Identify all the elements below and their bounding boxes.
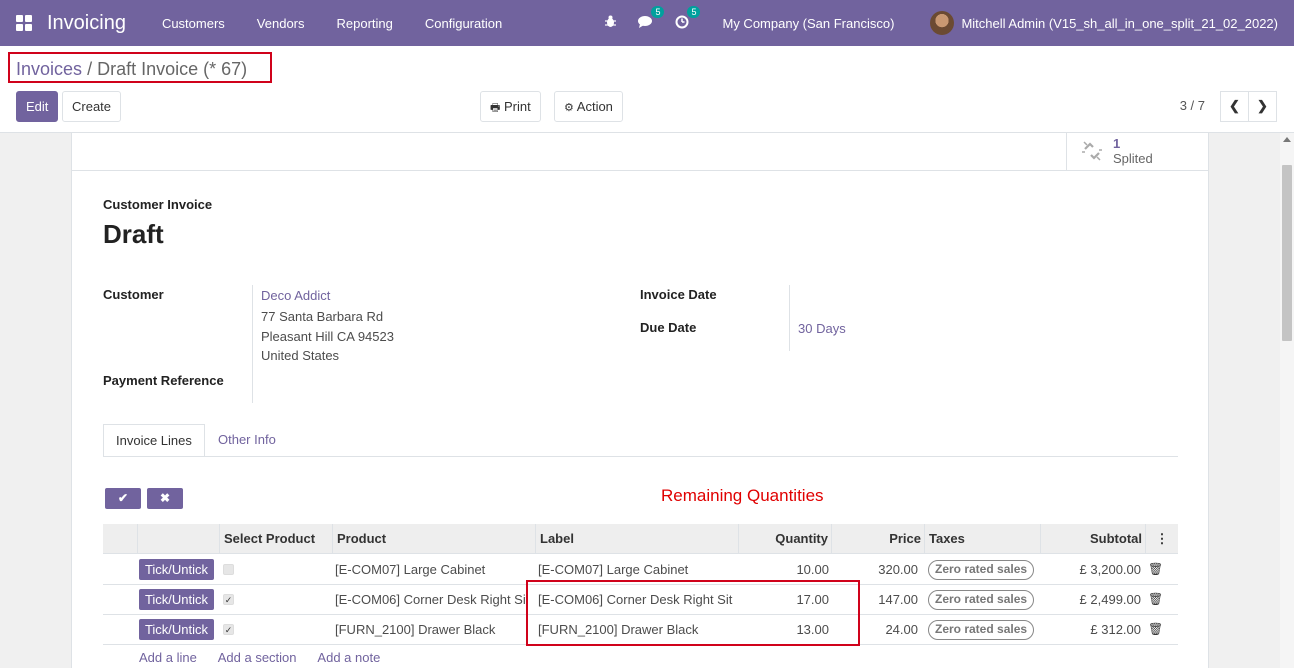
select-product-checkbox[interactable] [223,564,234,575]
menu-configuration[interactable]: Configuration [409,16,518,31]
tick-untick-button[interactable]: Tick/Untick [139,619,214,640]
row-product[interactable]: [FURN_2100] Drawer Black [332,615,528,645]
col-quantity[interactable]: Quantity [738,524,832,554]
tick-untick-button[interactable]: Tick/Untick [139,559,214,580]
due-date-value[interactable]: 30 Days [798,321,846,336]
apps-menu-icon[interactable] [16,15,32,31]
row-subtotal: £ 312.00 [1090,622,1141,637]
app-brand[interactable]: Invoicing [47,12,126,35]
page-scrollbar[interactable] [1280,133,1294,668]
remaining-quantities-label: Remaining Quantities [661,486,824,505]
print-button[interactable]: 🖶 Print [480,91,541,122]
col-taxes[interactable]: Taxes [924,524,1041,554]
row-product[interactable]: [E-COM07] Large Cabinet [332,555,528,585]
col-select-product[interactable]: Select Product [219,524,333,554]
user-avatar[interactable] [930,11,955,35]
row-tax-tag[interactable]: Zero rated sales [928,590,1035,610]
col-price[interactable]: Price [831,524,925,554]
customer-address-line1: 77 Santa Barbara Rd [261,309,384,324]
date-separator [789,285,790,351]
tab-other-info[interactable]: Other Info [206,424,288,457]
add-links: Add a line Add a section Add a note [139,650,398,665]
chevron-left-icon: ❮ [1229,98,1240,113]
splited-label: Splited [1113,151,1153,166]
pager-next-button[interactable]: ❯ [1248,91,1277,122]
splited-smart-button[interactable]: 1 Splited [1066,133,1208,171]
trash-icon[interactable]: 🗑 [1148,585,1163,615]
row-tax-tag[interactable]: Zero rated sales [928,620,1035,640]
close-icon: ✖ [159,491,171,505]
col-handle-header [137,524,221,554]
action-label: Action [576,99,613,114]
systray: 5 5 My Company (San Francisco) Mitchell … [592,0,1294,46]
pager-previous-button[interactable]: ❮ [1220,91,1249,122]
column-options-icon[interactable]: ⋮ [1145,524,1178,554]
table-header: Select Product Product Label Quantity Pr… [103,524,1178,554]
add-line-link[interactable]: Add a line [139,650,197,665]
select-product-checkbox[interactable]: ✓ [223,594,234,605]
confirm-button[interactable]: ✔ [105,488,141,509]
scroll-up-arrow-icon[interactable] [1283,137,1291,142]
add-section-link[interactable]: Add a section [218,650,297,665]
activity-badge: 5 [687,5,701,18]
action-button[interactable]: ⚙ Action [554,91,623,122]
print-label: Print [504,99,531,114]
user-menu[interactable]: Mitchell Admin (V15_sh_all_in_one_split_… [961,16,1278,31]
unlink-icon [1081,139,1103,169]
customer-address-line2: Pleasant Hill CA 94523 [261,329,394,344]
row-product[interactable]: [E-COM06] Corner Desk Right Sit [332,585,528,615]
tick-untick-button[interactable]: Tick/Untick [139,589,214,610]
chevron-right-icon: ❯ [1257,98,1268,113]
col-subtotal[interactable]: Subtotal [1040,524,1146,554]
button-box: 1 Splited [72,133,1208,171]
col-product[interactable]: Product [332,524,536,554]
customer-link[interactable]: Deco Addict [261,288,330,303]
menu-vendors[interactable]: Vendors [241,16,321,31]
bug-icon[interactable] [601,15,619,31]
pager-value[interactable]: 3 / 7 [1180,98,1205,113]
row-subtotal: £ 3,200.00 [1079,562,1141,577]
print-icon: 🖶 [490,102,501,114]
row-subtotal: £ 2,499.00 [1079,592,1141,607]
tabs-divider [103,456,1178,457]
trash-icon[interactable]: 🗑 [1148,615,1163,645]
customer-separator [252,285,253,403]
menu-customers[interactable]: Customers [146,16,241,31]
invoice-date-label: Invoice Date [640,287,717,302]
company-switcher[interactable]: My Company (San Francisco) [722,16,894,31]
row-tax-tag[interactable]: Zero rated sales [928,560,1035,580]
tab-invoice-lines[interactable]: Invoice Lines [103,424,205,457]
discard-button[interactable]: ✖ [147,488,183,509]
trash-icon[interactable]: 🗑 [1148,555,1163,585]
breadcrumb-highlight-box [8,52,272,83]
invoice-type: Customer Invoice [103,197,213,212]
remaining-quantities-highlight-box [526,580,860,646]
messages-icon[interactable]: 5 [637,5,665,32]
scrollbar-thumb[interactable] [1282,165,1292,341]
add-note-link[interactable]: Add a note [317,650,380,665]
menu-reporting[interactable]: Reporting [321,16,409,31]
create-button[interactable]: Create [62,91,122,122]
gear-icon: ⚙ [564,102,574,114]
splited-count: 1 [1113,136,1121,151]
check-icon: ✔ [117,491,129,505]
messages-badge: 5 [651,5,665,18]
activity-clock-icon[interactable]: 5 [673,5,701,32]
due-date-label: Due Date [640,320,697,335]
control-panel: Invoices / Draft Invoice (* 67) Edit Cre… [0,46,1294,133]
edit-button[interactable]: Edit [16,91,59,122]
invoice-state-title: Draft [103,219,164,249]
customer-label: Customer [103,287,164,302]
payment-reference-label: Payment Reference [103,373,224,388]
top-navbar: Invoicing Customers Vendors Reporting Co… [0,0,1294,46]
select-product-checkbox[interactable]: ✓ [223,624,234,635]
customer-address-line3: United States [261,348,340,363]
col-label[interactable]: Label [535,524,739,554]
